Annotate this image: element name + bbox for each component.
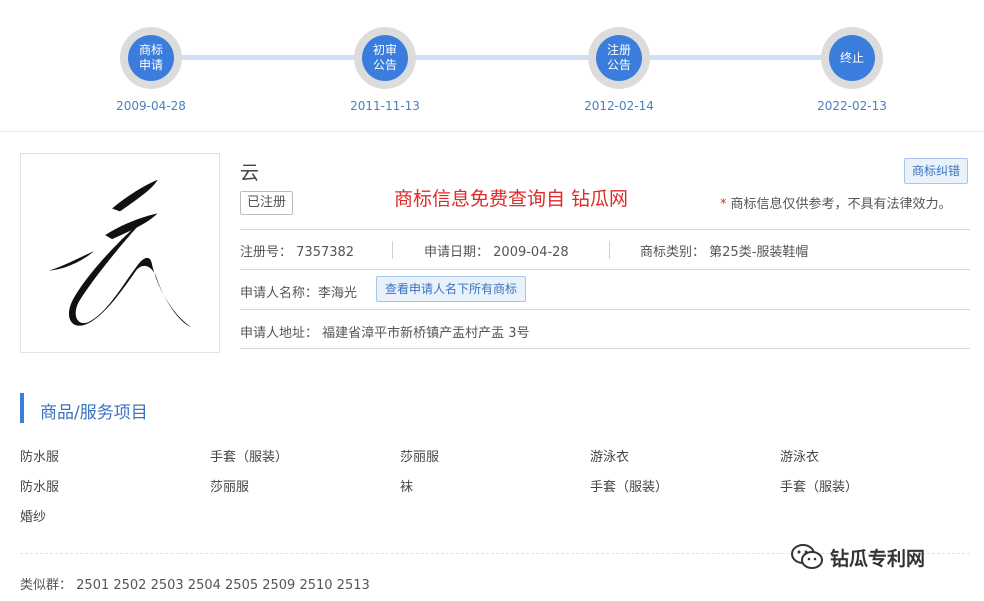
timeline-node-terminated: 终止 2022-02-13 [817, 27, 887, 113]
watermark-text: 钻瓜专利网 [830, 547, 926, 570]
divider [240, 348, 970, 349]
list-item: 手套（服装） [590, 480, 669, 495]
timeline-date: 2009-04-28 [116, 99, 186, 113]
timeline-node-prelim: 初审公告 2011-11-13 [350, 27, 420, 113]
list-item: 防水服 [20, 480, 60, 495]
timeline-date: 2011-11-13 [350, 99, 420, 113]
list-item: 袜 [400, 480, 414, 495]
applicant-field: 申请人名称：李海光 [240, 282, 357, 301]
promo-text: 商标信息免费查询自 钻瓜网 [394, 188, 629, 210]
reg-no-value: 7357382 [296, 245, 355, 260]
disclaimer: * 商标信息仅供参考，不具有法律效力。 [720, 193, 952, 212]
list-item: 莎丽服 [210, 480, 250, 495]
list-item: 防水服 [20, 450, 60, 465]
apply-date-field: 申请日期： 2009-04-28 [424, 241, 569, 260]
applicant-label: 申请人名称： [240, 286, 319, 301]
timeline-track [152, 55, 852, 60]
list-item: 莎丽服 [400, 450, 440, 465]
reg-no-field: 注册号： 7357382 [240, 241, 354, 260]
list-item: 婚纱 [20, 510, 47, 525]
list-item: 游泳衣 [780, 450, 820, 465]
divider [240, 309, 970, 310]
section-title: 商品/服务项目 [40, 403, 148, 423]
wechat-icon [791, 544, 823, 569]
required-star: * [720, 197, 727, 212]
divider [609, 241, 610, 259]
similar-label: 类似群： [20, 578, 73, 593]
list-item: 游泳衣 [590, 450, 630, 465]
divider [240, 269, 970, 270]
section-marker [20, 393, 24, 423]
report-error-button[interactable]: 商标纠错 [904, 158, 969, 184]
watermark: 钻瓜专利网 [790, 543, 925, 571]
reg-no-label: 注册号： [240, 245, 293, 260]
list-item: 手套（服装） [210, 450, 289, 465]
timeline-label: 终止 [829, 35, 875, 81]
timeline-node-registered: 注册公告 2012-02-14 [584, 27, 654, 113]
timeline-date: 2012-02-14 [584, 99, 654, 113]
category-field: 商标类别： 第25类-服装鞋帽 [640, 241, 808, 260]
apply-date-label: 申请日期： [424, 245, 490, 260]
similar-groups: 类似群： 2501 2502 2503 2504 2505 2509 2510 … [20, 574, 370, 593]
address-value: 福建省漳平市新桥镇产盂村产盂 3号 [322, 326, 530, 341]
divider [392, 241, 393, 259]
view-applicant-trademarks-button[interactable]: 查看申请人名下所有商标 [376, 276, 527, 302]
timeline-label: 商标申请 [128, 35, 174, 81]
list-item: 手套（服装） [780, 480, 859, 495]
address-label: 申请人地址： [240, 326, 319, 341]
similar-values: 2501 2502 2503 2504 2505 2509 2510 2513 [76, 578, 370, 593]
timeline-date: 2022-02-13 [817, 99, 887, 113]
applicant-value: 李海光 [318, 286, 358, 301]
divider [240, 229, 970, 230]
calligraphy-image [48, 179, 192, 328]
timeline-node-apply: 商标申请 2009-04-28 [116, 27, 186, 113]
timeline-label: 初审公告 [362, 35, 408, 81]
trademark-image [20, 153, 220, 353]
trademark-name: 云 [240, 162, 260, 184]
disclaimer-text: 商标信息仅供参考，不具有法律效力。 [730, 197, 952, 212]
address-field: 申请人地址： 福建省漳平市新桥镇产盂村产盂 3号 [240, 322, 530, 341]
category-value: 第25类-服装鞋帽 [709, 245, 809, 260]
status-timeline: 商标申请 2009-04-28 初审公告 2011-11-13 注册公告 201… [0, 0, 984, 132]
category-label: 商标类别： [640, 245, 706, 260]
apply-date-value: 2009-04-28 [493, 245, 569, 260]
status-badge: 已注册 [240, 191, 294, 215]
timeline-label: 注册公告 [596, 35, 642, 81]
